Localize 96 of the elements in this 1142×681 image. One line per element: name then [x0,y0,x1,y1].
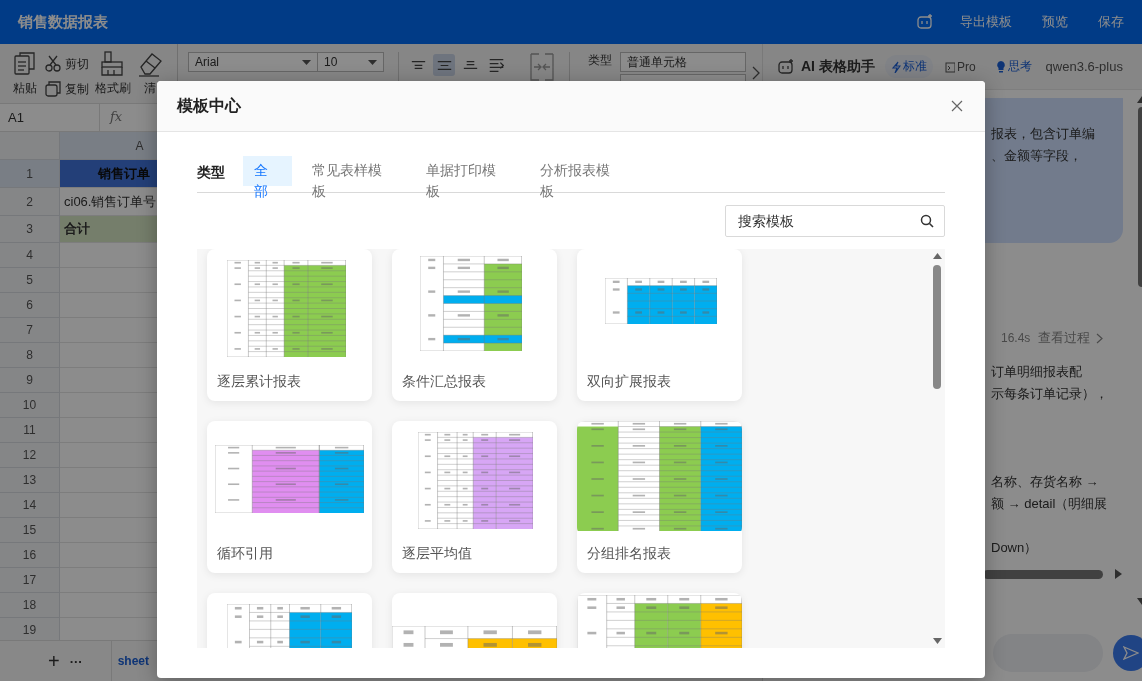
model-name[interactable]: qwen3.6-plus [1045,59,1123,74]
category-tab[interactable]: 分析报表模板 [520,156,634,202]
add-sheet-button[interactable]: + [48,649,60,673]
robot-icon[interactable] [916,13,934,31]
toolbar-button[interactable]: 复制 [44,76,89,100]
row-header[interactable]: 14 [0,493,60,518]
terminal-icon [944,60,955,73]
bulb-icon [995,60,1006,73]
template-title: 条件汇总报表 [401,372,487,391]
scissors-icon [44,55,62,73]
lightning-icon [890,60,901,73]
toolbar-button[interactable]: 清 [137,50,163,100]
send-button[interactable] [1113,635,1142,671]
dialog-title: 模板中心 [177,95,241,116]
message-text: 、金额等字段， [991,147,1083,165]
field-label: 类型 [588,52,612,69]
search-icon[interactable] [920,214,934,228]
row-header[interactable]: 5 [0,268,60,293]
row-header[interactable]: 9 [0,368,60,393]
template-card[interactable]: 条件汇总报表 [392,249,557,401]
font-size-select[interactable]: 10 [318,52,384,72]
row-header[interactable]: 1 [0,160,60,188]
align-icon [488,58,504,72]
copy-icon [44,80,62,98]
message-text: 报表，包含订单编 [991,125,1096,143]
row-header[interactable]: 15 [0,518,60,543]
toolbar-button[interactable]: 格式刷 [95,50,131,100]
scroll-up-icon[interactable] [932,253,942,259]
template-card[interactable]: 循环引用 [207,421,372,573]
send-icon [1123,646,1139,660]
font-family-select[interactable]: Arial [188,52,318,72]
reply-text: 订单明细报表配 [991,363,1083,381]
template-title: 循环引用 [216,544,274,563]
row-header[interactable]: 6 [0,293,60,318]
view-process-link[interactable]: 查看过程 [1038,327,1104,349]
header-action[interactable]: 预览 [1042,13,1068,31]
toolbar-button[interactable]: 粘贴 [12,50,38,100]
template-card[interactable]: 双向扩展报表 [577,249,742,401]
row-header[interactable]: 11 [0,418,60,443]
function-label: fx [108,108,124,126]
row-header[interactable]: 4 [0,243,60,268]
row-header[interactable]: 2 [0,188,60,216]
toolbar-button[interactable]: 剪切 [44,50,89,76]
close-icon[interactable] [951,100,963,112]
scroll-right-icon[interactable] [1115,569,1122,579]
row-header[interactable]: 13 [0,468,60,493]
paste-icon [12,50,38,78]
cell-type-select[interactable]: 普通单元格 [620,52,746,72]
template-title: 逐层累计报表 [216,372,302,391]
brush-icon [100,50,126,78]
template-card[interactable]: 逐层平均值 [392,421,557,573]
search-field[interactable]: 搜索模板 [725,205,945,237]
merge-cells-icon[interactable] [529,52,555,82]
align-icon [410,61,426,69]
category-tab[interactable]: 单据打印模板 [406,156,520,202]
template-card[interactable]: 逐层累计报表 [207,249,372,401]
panel-title: AI 表格助手 [801,57,875,76]
scrollbar-thumb[interactable] [933,265,941,389]
scroll-down-icon[interactable] [932,638,942,644]
duration-label: 16.4s [1001,330,1031,347]
row-header[interactable]: 3 [0,216,60,243]
align-icon [436,60,452,70]
row-header[interactable]: 19 [0,618,60,640]
chevron-right-icon[interactable] [752,66,760,80]
sheet-tab[interactable]: sheet [110,640,150,681]
reply-text: Down） [991,539,1039,557]
template-title: 分组排名报表 [586,544,672,563]
reply-text: 额 → detail（明细展 [991,495,1109,513]
mode-tab[interactable]: 标准 [884,55,933,78]
scrollbar-thumb[interactable] [983,569,1103,579]
row-header[interactable]: 12 [0,443,60,468]
template-card[interactable]: 分组排名报表 [577,421,742,573]
row-header[interactable]: 18 [0,593,60,618]
reply-text: 名称、存货名称 → [991,473,1100,491]
reply-text: 示每条订单记录）， [991,385,1109,403]
row-header[interactable]: 16 [0,543,60,568]
template-title: 逐层平均值 [401,544,473,563]
align-button[interactable] [433,54,455,76]
mode-tab[interactable]: Pro [938,56,982,77]
robot-icon [777,57,795,76]
more-button[interactable]: ··· [69,653,83,669]
row-header[interactable]: 8 [0,343,60,368]
row-header[interactable]: 17 [0,568,60,593]
header-action[interactable]: 导出模板 [960,13,1012,31]
header-action[interactable]: 保存 [1098,13,1124,31]
template-title: 双向扩展报表 [586,372,672,391]
think-toggle[interactable]: 思考 [995,58,1032,75]
category-tab[interactable]: 常见表样模板 [292,156,406,202]
app-title: 销售数据报表 [18,12,109,32]
chevron-right-icon [1096,332,1104,344]
row-header[interactable]: 7 [0,318,60,343]
align-icon [462,61,478,69]
caret-icon [302,59,311,65]
cell-reference-field[interactable]: A1 [0,104,100,131]
caret-icon [368,59,377,65]
row-header[interactable]: 10 [0,393,60,418]
